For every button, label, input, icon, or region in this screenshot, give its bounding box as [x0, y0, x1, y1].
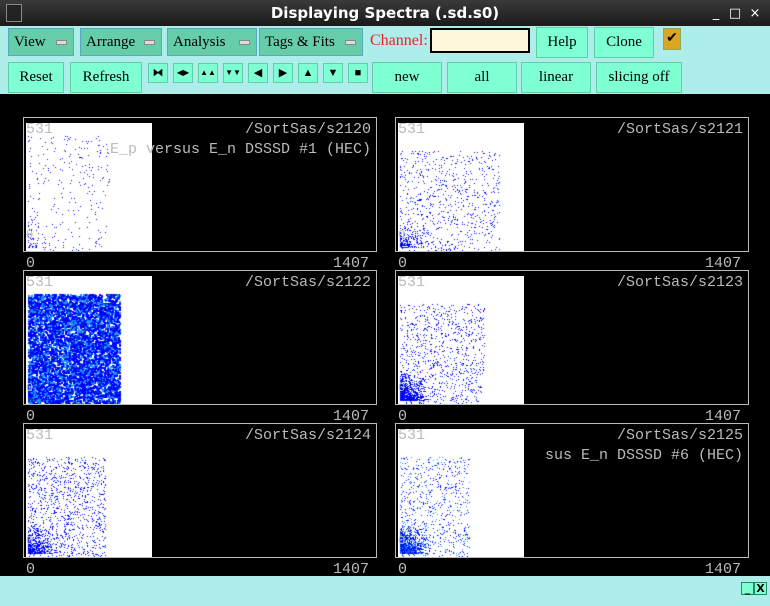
up-arrow-icon[interactable]: ▲ [298, 63, 318, 83]
y-min-label: 0 [398, 228, 406, 242]
fit-width-icon[interactable]: ⧓ [148, 63, 168, 83]
spectrum-name: /SortSas/s2120 [244, 121, 371, 138]
all-button[interactable]: all [447, 62, 517, 93]
reset-button[interactable]: Reset [8, 62, 64, 93]
menu-label: Analysis [173, 34, 226, 50]
linear-button[interactable]: linear [521, 62, 591, 93]
dropdown-indicator-icon [56, 40, 67, 45]
scatter-canvas [398, 276, 524, 404]
menu-view[interactable]: View [8, 28, 74, 56]
spectrum-name: /SortSas/s2124 [244, 427, 371, 444]
y-min-label: 0 [26, 381, 34, 395]
minimize-pane-button[interactable]: _ [741, 582, 754, 595]
spectrum-panel[interactable]: 531 0 /SortSas/s2124 [23, 423, 377, 558]
down-arrow-icon[interactable]: ▼ [323, 63, 343, 83]
menu-tags-fits[interactable]: Tags & Fits [259, 28, 363, 56]
double-up-icon[interactable]: ▲▲ [198, 63, 218, 83]
y-max-label: 531 [398, 427, 426, 444]
y-max-label: 531 [398, 121, 426, 138]
scatter-plot[interactable] [398, 429, 524, 557]
toggle-checkbox[interactable]: ✔ [663, 28, 681, 50]
scatter-plot[interactable] [398, 123, 524, 251]
y-max-label: 531 [26, 274, 54, 291]
double-down-icon[interactable]: ▼▼ [223, 63, 243, 83]
spectrum-title: sus E_n DSSSD #6 (HEC) [544, 447, 743, 464]
channel-input[interactable] [430, 28, 530, 53]
y-min-label: 0 [398, 381, 406, 395]
spectrum-panel[interactable]: 531 0 /SortSas/s2121 [395, 117, 749, 252]
square-icon[interactable]: ■ [348, 63, 368, 83]
slicing-button[interactable]: slicing off [596, 62, 682, 93]
menu-arrange[interactable]: Arrange [80, 28, 162, 56]
refresh-button[interactable]: Refresh [70, 62, 142, 93]
right-arrow-icon[interactable]: ▶ [273, 63, 293, 83]
channel-label: Channel: [370, 32, 428, 49]
y-min-label: 0 [398, 534, 406, 548]
spectrum-name: /SortSas/s2125 [616, 427, 743, 444]
expand-horizontal-icon[interactable]: ◀▶ [173, 63, 193, 83]
scatter-canvas [398, 123, 524, 251]
y-min-label: 0 [26, 534, 34, 548]
minimize-button[interactable]: _ [708, 0, 724, 28]
app-icon [6, 4, 22, 22]
clone-button[interactable]: Clone [594, 27, 654, 58]
scatter-canvas [398, 429, 524, 557]
scatter-plot[interactable] [26, 429, 152, 557]
menu-label: View [14, 34, 46, 50]
spectrum-name: /SortSas/s2122 [244, 274, 371, 291]
title-bar: Displaying Spectra (.sd.s0) _ □ × [0, 0, 770, 26]
menu-label: Arrange [86, 34, 136, 50]
spectrum-panel[interactable]: 531 0 /SortSas/s2125 sus E_n DSSSD #6 (H… [395, 423, 749, 558]
menu-label: Tags & Fits [265, 34, 335, 50]
scatter-canvas [26, 429, 152, 557]
close-button[interactable]: × [747, 0, 763, 28]
y-max-label: 531 [26, 427, 54, 444]
scatter-canvas [26, 276, 152, 404]
scatter-plot[interactable] [26, 276, 152, 404]
spectra-area: 531 0 /SortSas/s2120 E_p versus E_n DSSS… [4, 94, 766, 578]
help-button[interactable]: Help [536, 27, 588, 58]
status-bar: _ X [0, 576, 770, 606]
close-pane-button[interactable]: X [754, 582, 767, 595]
maximize-button[interactable]: □ [727, 0, 743, 28]
spectrum-panel[interactable]: 531 0 /SortSas/s2120 E_p versus E_n DSSS… [23, 117, 377, 252]
y-min-label: 0 [26, 228, 34, 242]
spectrum-name: /SortSas/s2123 [616, 274, 743, 291]
scatter-plot[interactable] [398, 276, 524, 404]
new-button[interactable]: new [372, 62, 442, 93]
toolbar: View Arrange Analysis Tags & Fits Channe… [0, 26, 770, 94]
spectrum-panel[interactable]: 531 0 /SortSas/s2122 [23, 270, 377, 405]
y-max-label: 531 [26, 121, 54, 138]
dropdown-indicator-icon [239, 40, 250, 45]
dropdown-indicator-icon [144, 40, 155, 45]
dropdown-indicator-icon [345, 40, 356, 45]
window-title: Displaying Spectra (.sd.s0) [270, 4, 500, 22]
menu-analysis[interactable]: Analysis [167, 28, 257, 56]
spectrum-title: E_p versus E_n DSSSD #1 (HEC) [109, 141, 371, 158]
left-arrow-icon[interactable]: ◀ [248, 63, 268, 83]
y-max-label: 531 [398, 274, 426, 291]
spectrum-name: /SortSas/s2121 [616, 121, 743, 138]
spectrum-panel[interactable]: 531 0 /SortSas/s2123 [395, 270, 749, 405]
